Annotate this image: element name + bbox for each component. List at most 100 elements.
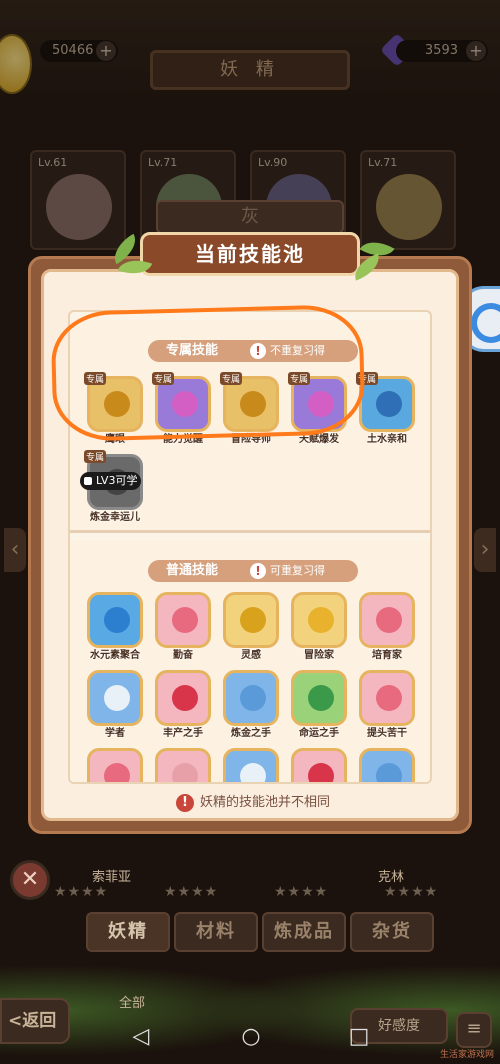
skill-emblem-icon: [172, 607, 198, 633]
exclusive-tag: 专属: [220, 372, 243, 385]
star-rating: ★★★★: [164, 884, 219, 900]
skill-emblem-icon: [240, 391, 266, 417]
exclusive-tag: 专属: [288, 372, 311, 385]
skill-icon: [223, 670, 279, 726]
skill-item[interactable]: 专属 炼金幸运儿 LV3可学: [80, 450, 144, 526]
skill-label: 鹰眼: [105, 434, 125, 445]
skill-item[interactable]: 水元素聚合: [86, 592, 144, 664]
skill-label: 培育家: [372, 650, 402, 661]
skill-icon: [87, 670, 143, 726]
skill-label: 能力觉醒: [163, 434, 203, 445]
skill-item[interactable]: 灵感: [222, 592, 280, 664]
skill-icon: [291, 670, 347, 726]
skill-emblem-icon: [104, 607, 130, 633]
nav-home-icon[interactable]: ○: [238, 1024, 264, 1050]
normal-section-header: 普通技能 ! 可重复习得: [148, 560, 358, 582]
skill-emblem-icon: [308, 685, 334, 711]
skill-item[interactable]: 专属土水亲和: [356, 372, 416, 448]
skill-label: 冒险导师: [231, 434, 271, 445]
lock-badge: LV3可学: [80, 472, 142, 490]
section-note: 不重复习得: [270, 344, 325, 357]
tab-crafted[interactable]: 炼成品: [262, 912, 346, 952]
skill-item[interactable]: 专属 能力觉醒: [152, 372, 212, 448]
footer-note: 妖精的技能池并不相同: [200, 795, 331, 810]
skill-item[interactable]: 炼金之手: [222, 670, 280, 742]
skill-item[interactable]: [154, 748, 212, 782]
section-divider: [70, 530, 430, 533]
skill-item[interactable]: 专属鹰眼: [84, 372, 144, 448]
skill-emblem-icon: [308, 607, 334, 633]
skill-item[interactable]: [290, 748, 348, 782]
skill-label: 勤奋: [173, 650, 193, 661]
skill-emblem-icon: [240, 685, 266, 711]
skill-item[interactable]: 丰产之手: [154, 670, 212, 742]
skill-emblem-icon: [376, 607, 402, 633]
section-title: 普通技能: [166, 563, 219, 578]
prev-arrow-icon[interactable]: ‹: [4, 528, 26, 572]
warning-icon: !: [176, 794, 194, 812]
skill-item[interactable]: 命运之手: [290, 670, 348, 742]
skill-emblem-icon: [172, 391, 198, 417]
skill-label: 命运之手: [299, 728, 339, 739]
skill-emblem-icon: [104, 685, 130, 711]
section-note: 可重复习得: [270, 564, 325, 577]
category-tabs: 妖精 材料 炼成品 杂货: [86, 912, 496, 952]
skill-item[interactable]: 冒险家: [290, 592, 348, 664]
skill-icon: [155, 670, 211, 726]
tab-fairy[interactable]: 妖精: [86, 912, 170, 952]
skill-item[interactable]: [86, 748, 144, 782]
fairy-name: 索菲亚: [92, 870, 132, 885]
skill-icon: [155, 592, 211, 648]
skill-item[interactable]: 培育家: [358, 592, 416, 664]
popup-title: 当前技能池: [195, 242, 305, 266]
exclusive-section-header: 专属技能 ! 不重复习得: [148, 340, 358, 362]
skill-item[interactable]: [222, 748, 280, 782]
skill-label: 学者: [105, 728, 125, 739]
star-rating: ★★★★: [384, 884, 439, 900]
skill-icon: [359, 670, 415, 726]
skill-item[interactable]: 专属天赋爆发: [288, 372, 348, 448]
skill-icon: [223, 748, 279, 782]
star-rating: ★★★★: [54, 884, 109, 900]
skill-icon: [291, 748, 347, 782]
skill-label: 土水亲和: [367, 434, 407, 445]
skill-emblem-icon: [104, 391, 130, 417]
skill-icon: [359, 748, 415, 782]
android-nav-bar: ◁ ○ □: [0, 1010, 500, 1064]
warning-icon: !: [250, 343, 266, 359]
skill-icon: [359, 592, 415, 648]
skill-item[interactable]: 专属冒险导师: [220, 372, 280, 448]
next-arrow-icon[interactable]: ›: [474, 528, 496, 572]
exclusive-tag: 专属: [356, 372, 379, 385]
normal-skill-section: 普通技能 ! 可重复习得 水元素聚合 勤奋 灵感 冒险家 培育家学者 丰产之手 炼金之手 命运…: [70, 540, 430, 782]
nav-recent-icon[interactable]: □: [346, 1024, 372, 1050]
tab-materials[interactable]: 材料: [174, 912, 258, 952]
close-icon[interactable]: ✕: [10, 860, 50, 900]
skill-label: 水元素聚合: [90, 650, 140, 661]
exclusive-tag: 专属: [84, 450, 107, 463]
exclusive-tag: 专属: [84, 372, 107, 385]
skill-label: 灵感: [241, 650, 261, 661]
skill-item[interactable]: 学者: [86, 670, 144, 742]
popup-footer: ! 妖精的技能池并不相同: [44, 790, 462, 814]
skill-emblem-icon: [308, 763, 334, 782]
skill-emblem-icon: [172, 685, 198, 711]
exclusive-skill-section: 专属技能 ! 不重复习得 专属 鹰眼 专属 能力觉醒 专属 冒险导师 专属 天赋爆发 专属 土水亲…: [70, 320, 430, 530]
star-rating: ★★★★: [274, 884, 329, 900]
skill-emblem-icon: [172, 763, 198, 782]
skill-item[interactable]: [358, 748, 416, 782]
skill-list[interactable]: 专属技能 ! 不重复习得 专属 鹰眼 专属 能力觉醒 专属 冒险导师 专属 天赋爆发 专属 土水亲…: [68, 310, 432, 784]
skill-item[interactable]: 提头苦干: [358, 670, 416, 742]
skill-label: 炼金之手: [231, 728, 271, 739]
watermark: 生活家游戏网: [439, 1050, 494, 1060]
tab-misc[interactable]: 杂货: [350, 912, 434, 952]
section-title: 专属技能: [166, 343, 219, 358]
skill-item[interactable]: 勤奋: [154, 592, 212, 664]
skill-label: 天赋爆发: [299, 434, 339, 445]
nav-back-icon[interactable]: ◁: [128, 1024, 154, 1050]
skill-icon: [223, 592, 279, 648]
skill-icon: [291, 592, 347, 648]
skill-label: 提头苦干: [367, 728, 407, 739]
popup-title-plaque: 当前技能池: [140, 232, 360, 276]
fairy-name: 克林: [378, 870, 405, 885]
